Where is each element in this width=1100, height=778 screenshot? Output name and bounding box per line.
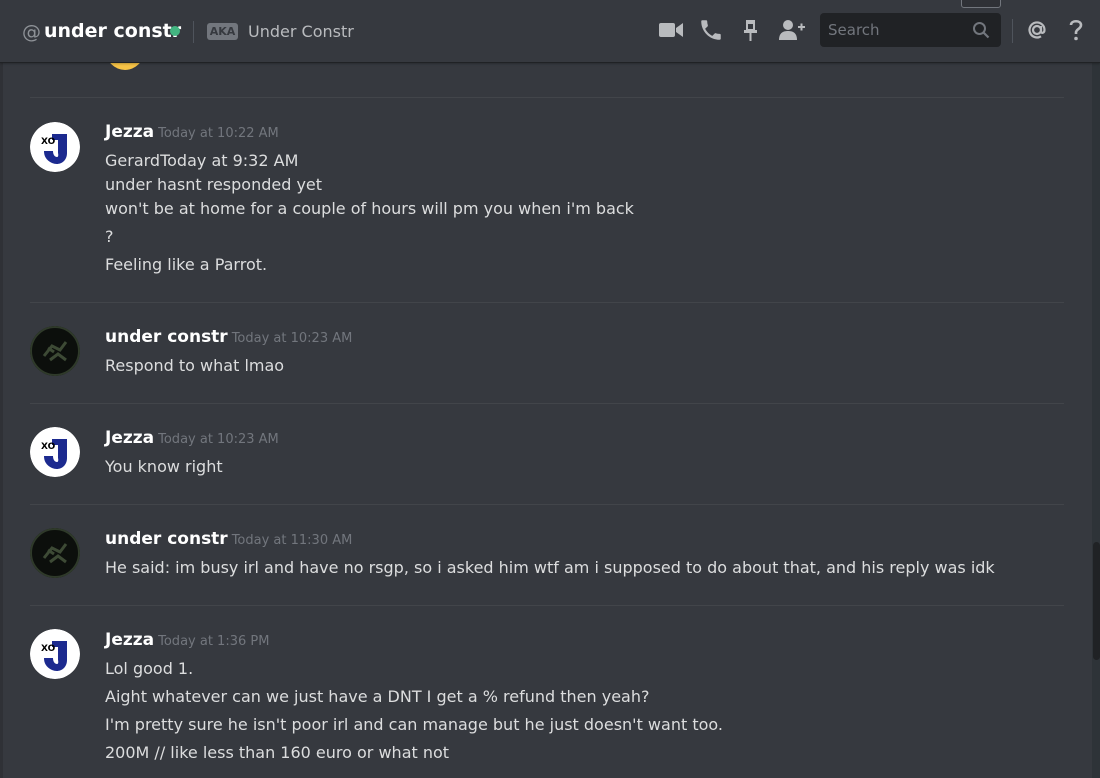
- scrollbar-thumb[interactable]: [1093, 542, 1100, 660]
- voice-call-icon[interactable]: [698, 17, 724, 43]
- help-icon[interactable]: [1066, 17, 1092, 43]
- search-box[interactable]: [820, 13, 1001, 47]
- header-divider: [193, 21, 194, 43]
- message-line: 200M // like less than 160 euro or what …: [105, 743, 450, 762]
- inbox-tab[interactable]: [961, 0, 1001, 8]
- author-name[interactable]: under constr: [105, 529, 228, 549]
- message-line: Lol good 1.: [105, 659, 194, 678]
- timestamp: Today at 10:23 AM: [158, 432, 279, 447]
- message-header: under constr Today at 11:30 AM: [105, 529, 352, 549]
- message-line: I'm pretty sure he isn't poor irl and ca…: [105, 715, 723, 734]
- message-line: won't be at home for a couple of hours w…: [105, 199, 634, 218]
- author-name[interactable]: Jezza: [105, 122, 154, 142]
- message-header: Jezza Today at 10:23 AM: [105, 428, 279, 448]
- avatar-jezza[interactable]: XO: [30, 629, 80, 679]
- nickname-label: Under Constr: [248, 22, 354, 41]
- timestamp: Today at 11:30 AM: [231, 533, 353, 548]
- dm-at-symbol: @: [22, 21, 41, 43]
- message-line: ?: [105, 227, 114, 246]
- svg-text:XO: XO: [41, 442, 56, 452]
- message-divider: [30, 403, 1064, 404]
- message-list: XO Jezza Today at 10:22 AM GerardToday at…: [0, 62, 1100, 778]
- message-divider: [30, 97, 1064, 98]
- add-friend-icon[interactable]: [778, 17, 805, 43]
- message-line: You know right: [105, 457, 223, 476]
- message-line: Feeling like a Parrot.: [105, 255, 268, 274]
- svg-text:XO: XO: [41, 137, 56, 147]
- message-line: GerardToday at 9:32 AM: [105, 151, 299, 170]
- message-line: under hasnt responded yet: [105, 175, 323, 194]
- channel-title: under constr: [44, 20, 182, 42]
- channel-header: @ under constr AKA Under Constr: [0, 0, 1100, 62]
- message-header: Jezza Today at 1:36 PM: [105, 630, 269, 650]
- avatar-jezza[interactable]: XO: [30, 122, 80, 172]
- avatar-under-constr[interactable]: [30, 326, 80, 376]
- message-line: Aight whatever can we just have a DNT I …: [105, 687, 650, 706]
- message-line: He said: im busy irl and have no rsgp, s…: [105, 558, 995, 577]
- search-input[interactable]: [828, 19, 968, 41]
- timestamp: Today at 1:36 PM: [158, 634, 270, 649]
- status-online-indicator: [170, 26, 180, 36]
- author-name[interactable]: Jezza: [105, 428, 154, 448]
- timestamp: Today at 10:22 AM: [158, 126, 279, 141]
- aka-badge: AKA: [207, 23, 238, 40]
- avatar-under-constr[interactable]: [30, 528, 80, 578]
- message-divider: [30, 605, 1064, 606]
- timestamp: Today at 10:23 AM: [231, 331, 353, 346]
- message-header: under constr Today at 10:23 AM: [105, 327, 352, 347]
- mention-icon[interactable]: [1025, 17, 1051, 43]
- search-icon[interactable]: [972, 21, 990, 43]
- scrollbar-track[interactable]: [1092, 62, 1100, 778]
- avatar-jezza[interactable]: XO: [30, 427, 80, 477]
- message-header: Jezza Today at 10:22 AM: [105, 122, 279, 142]
- message-line: Respond to what lmao: [105, 356, 285, 375]
- pin-icon[interactable]: [738, 17, 764, 43]
- video-call-icon[interactable]: [658, 17, 684, 43]
- message-divider: [30, 504, 1064, 505]
- author-name[interactable]: under constr: [105, 327, 228, 347]
- svg-text:XO: XO: [41, 644, 56, 654]
- avatar[interactable]: [106, 62, 144, 70]
- author-name[interactable]: Jezza: [105, 630, 154, 650]
- message-divider: [30, 302, 1064, 303]
- header-divider-2: [1012, 19, 1013, 43]
